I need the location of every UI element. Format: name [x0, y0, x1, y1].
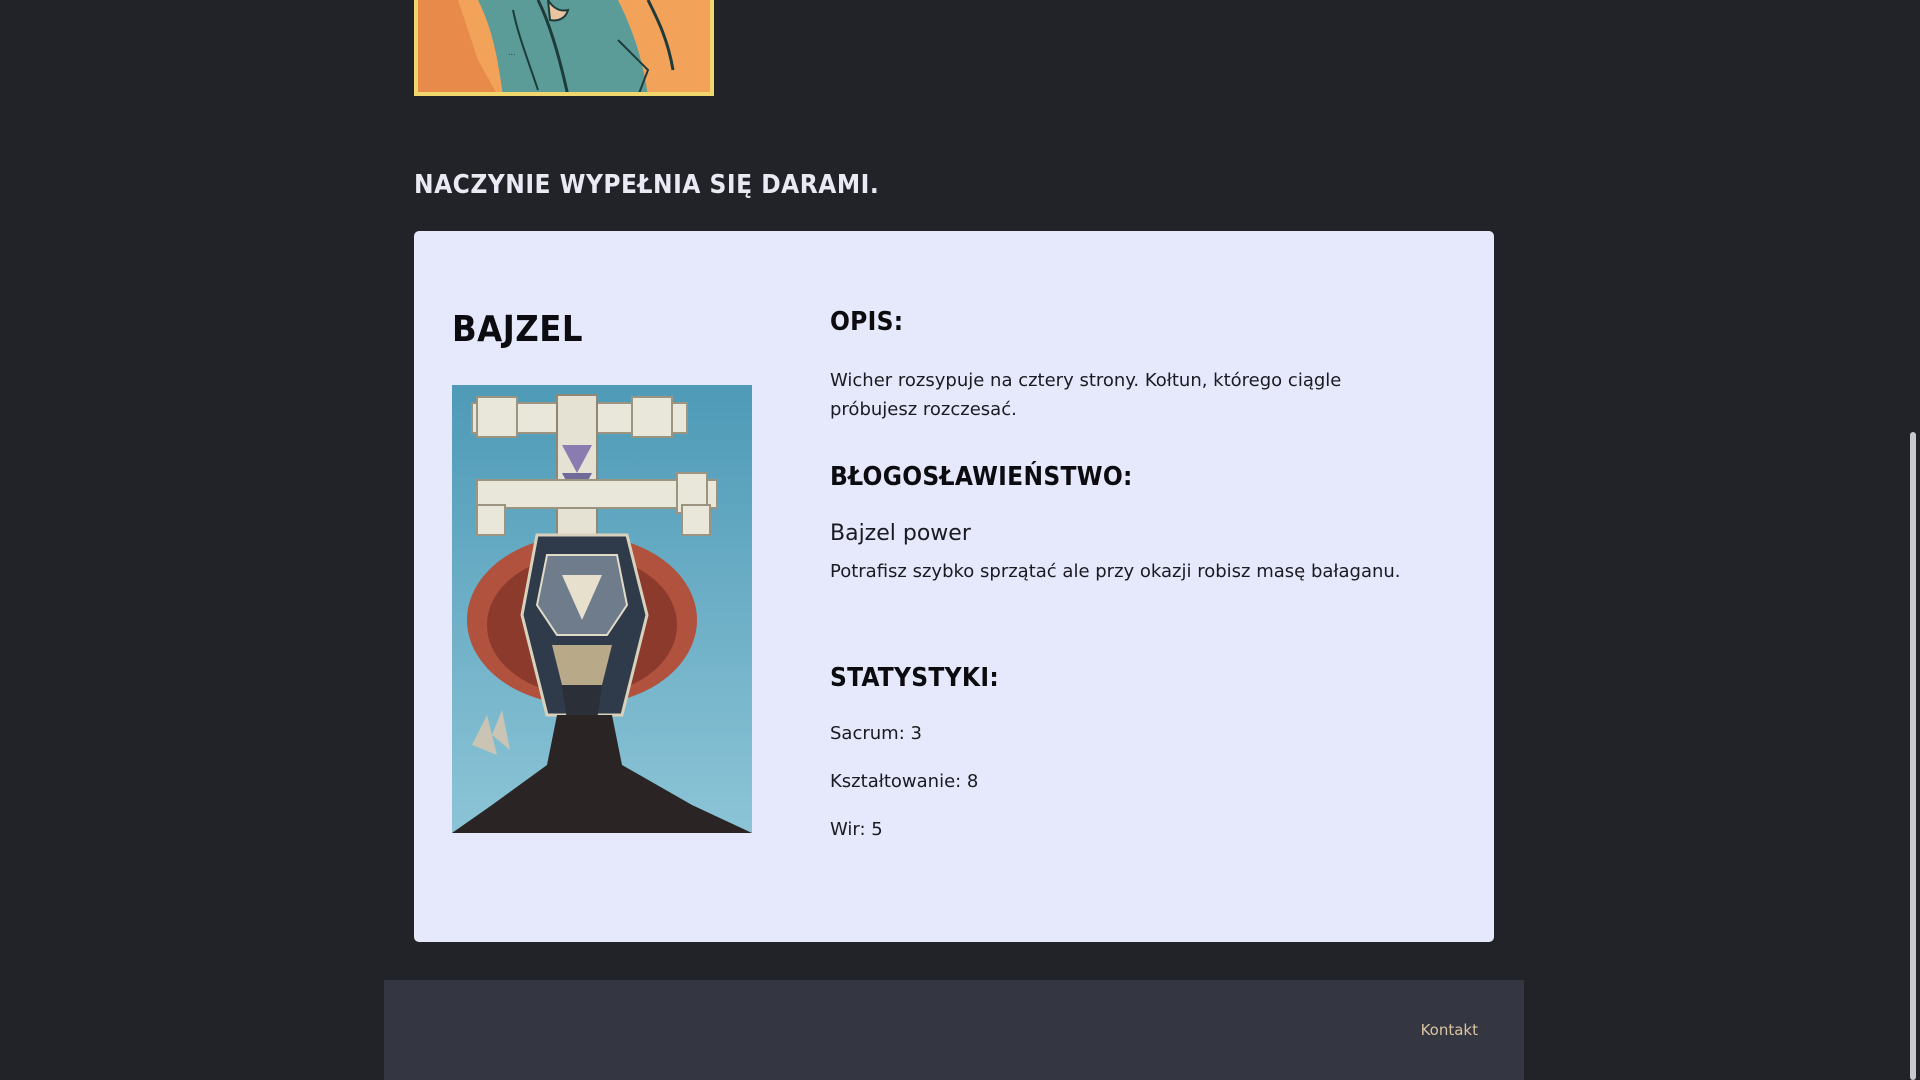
scrollbar[interactable] — [1906, 0, 1920, 1080]
gift-card: Bajzel — [414, 231, 1494, 942]
stat-ksztaltowanie: Kształtowanie: 8 — [830, 771, 979, 792]
power-description: Potrafisz szybko sprzątać ale przy okazj… — [830, 561, 1401, 582]
comic-illustration: ... — [418, 0, 710, 92]
stat-wir: Wir: 5 — [830, 819, 883, 840]
mask-photo — [452, 385, 752, 833]
footer: Kontakt — [384, 980, 1524, 1080]
stat-sacrum: Sacrum: 3 — [830, 723, 922, 744]
svg-text:...: ... — [508, 48, 516, 57]
description-text: Wicher rozsypuje na cztery strony. Kołtu… — [830, 370, 1342, 420]
contact-link[interactable]: Kontakt — [1421, 1021, 1478, 1039]
scrollbar-thumb[interactable] — [1910, 432, 1916, 1080]
blessing-label: Błogosławieństwo: — [830, 462, 1133, 492]
stats-label: Statystyki: — [830, 663, 999, 693]
page: ... Naczynie wypełnia się darami. Bajzel — [0, 0, 1920, 1080]
card-title: Bajzel — [452, 309, 584, 350]
description-label: Opis: — [830, 307, 904, 337]
power-name: Bajzel power — [830, 521, 971, 546]
comic-image: ... — [414, 0, 714, 96]
section-heading: Naczynie wypełnia się darami. — [414, 170, 880, 200]
mask-illustration — [452, 385, 752, 833]
